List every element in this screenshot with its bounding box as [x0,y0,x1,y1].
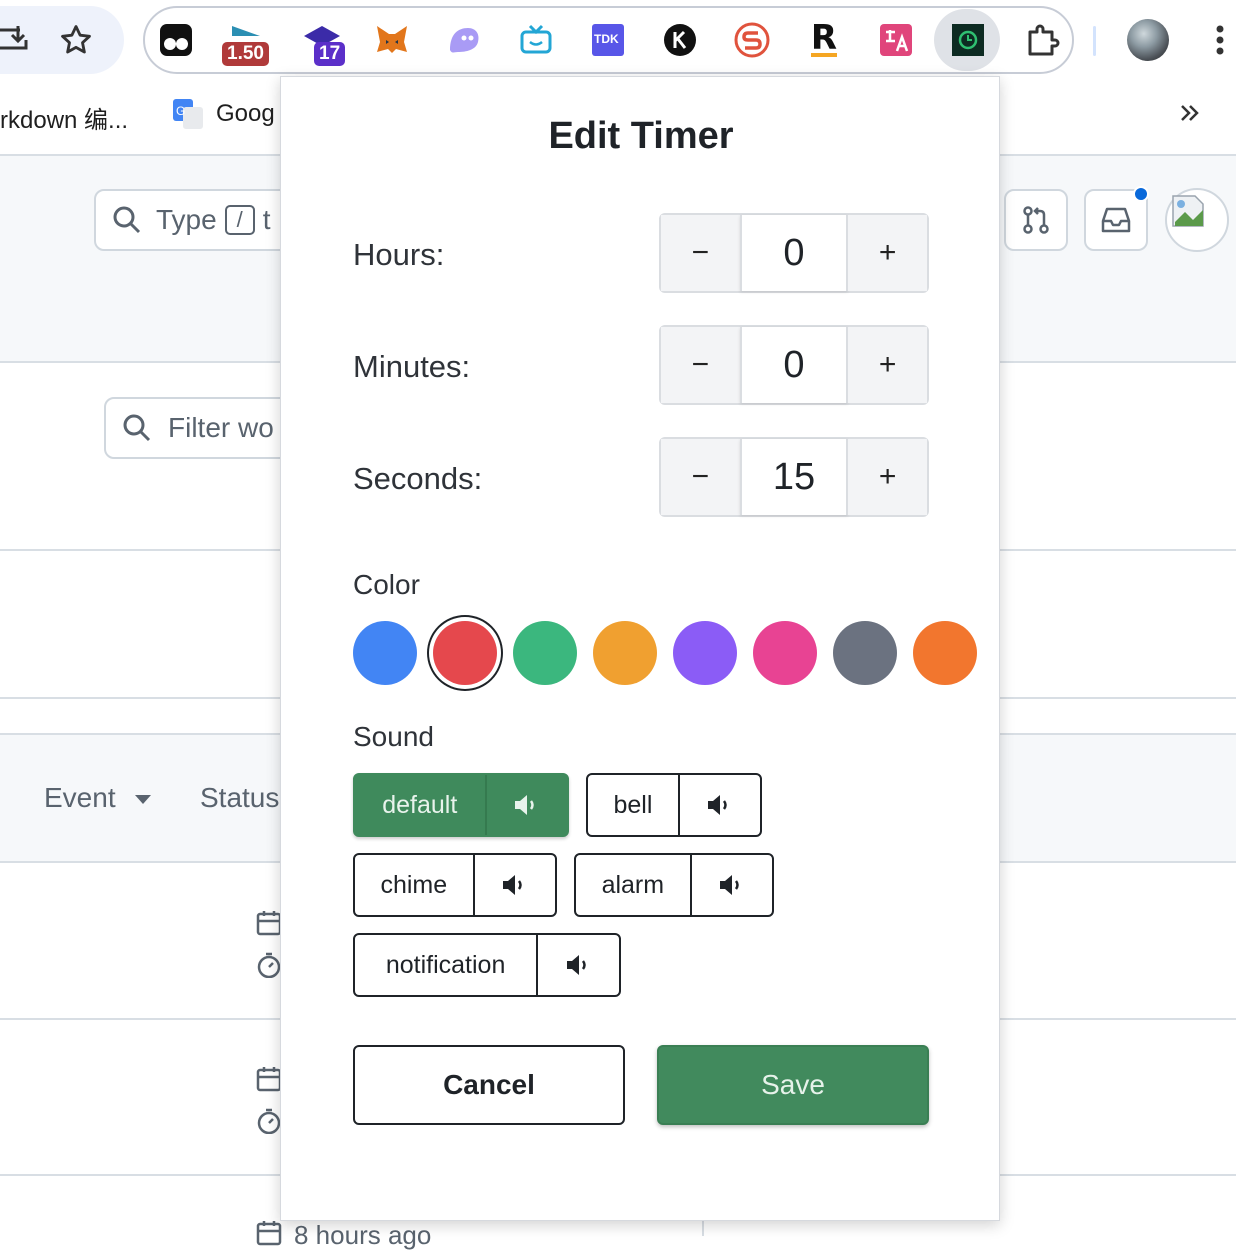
minutes-input[interactable]: 0 [739,327,849,403]
minutes-label: Minutes: [353,349,471,384]
sound-option-chime: chime [353,853,557,917]
install-app-icon[interactable] [0,18,36,62]
google-translate-icon: G [172,98,204,135]
color-swatch-pink[interactable] [753,621,817,685]
sound-option-default: default [353,773,569,837]
ghost-extension-icon[interactable] [440,16,488,64]
sound-label: Sound [353,721,434,752]
hours-label: Hours: [353,237,445,272]
sound-preview-bell[interactable] [680,775,760,835]
color-label: Color [353,569,420,600]
stopwatch-icon [257,1108,281,1134]
browser-menu-kebab-icon[interactable] [1198,18,1236,62]
hours-input[interactable]: 0 [739,215,849,291]
speaker-icon [502,875,522,895]
speaker-icon [566,955,586,975]
calendar-icon [256,911,282,936]
extension-speed-icon[interactable]: 1.50 [222,16,270,66]
tdk-label: TDK [594,32,619,46]
edit-timer-popup: Edit Timer Hours: − 0 + Minutes: − 0 + S… [280,76,1000,1221]
extension-eyes-icon[interactable] [152,16,200,64]
sound-preview-default[interactable] [487,775,567,835]
sound-option-alarm: alarm [574,853,774,917]
bookmarks-overflow-chevron-icon[interactable] [1178,100,1202,132]
seconds-stepper: − 15 + [659,437,929,517]
status-filter-dropdown[interactable]: Status [200,782,279,814]
notification-dot [1133,186,1149,202]
minutes-stepper: − 0 + [659,325,929,405]
color-swatch-gray[interactable] [833,621,897,685]
search-icon [113,206,141,234]
cancel-button[interactable]: Cancel [353,1045,625,1125]
browser-toolbar: 1.50 17 TDK R [0,0,1236,82]
k-extension-icon[interactable] [656,16,704,64]
color-swatch-orange[interactable] [913,621,977,685]
seconds-input[interactable]: 15 [739,439,849,515]
calendar-icon [256,1221,282,1246]
color-swatch-green[interactable] [513,621,577,685]
sound-select-alarm[interactable]: alarm [576,855,692,915]
r-extension-icon[interactable]: R [800,16,848,64]
sound-select-chime[interactable]: chime [355,855,475,915]
seconds-increment-button[interactable]: + [848,439,927,515]
calendar-icon [256,1067,282,1092]
save-button[interactable]: Save [657,1045,929,1125]
hours-stepper: − 0 + [659,213,929,293]
speaker-icon [719,875,739,895]
column-divider [702,1220,704,1236]
sound-select-default[interactable]: default [355,775,487,835]
tdk-extension-icon[interactable]: TDK [584,16,632,64]
timer-extension-icon[interactable] [944,16,992,64]
color-swatch-red[interactable] [433,621,497,685]
hours-increment-button[interactable]: + [848,215,927,291]
extensions-puzzle-icon[interactable] [1018,16,1066,64]
sound-preview-notification[interactable] [538,935,619,995]
bookmark-google[interactable]: Goog [216,100,275,128]
bookmark-markdown[interactable]: rkdown 编... [0,100,128,135]
broken-image-icon [1172,195,1204,227]
seconds-label: Seconds: [353,461,483,496]
count-badge: 17 [314,42,346,66]
popup-title: Edit Timer [548,115,734,157]
toolbar-separator [1093,26,1096,56]
hours-decrement-button[interactable]: − [661,215,740,291]
shield-s-extension-icon[interactable] [728,16,776,64]
sound-select-bell[interactable]: bell [588,775,680,835]
pull-requests-icon[interactable] [1004,189,1068,251]
filter-search-icon [123,414,151,442]
color-swatch-amber[interactable] [593,621,657,685]
speed-badge: 1.50 [222,42,269,66]
sound-preview-chime[interactable] [475,855,555,915]
minutes-decrement-button[interactable]: − [661,327,740,403]
color-swatch-purple[interactable] [673,621,737,685]
minutes-increment-button[interactable]: + [848,327,927,403]
translate-extension-icon[interactable] [872,16,920,64]
user-avatar[interactable] [1165,188,1229,252]
profile-avatar[interactable] [1127,19,1169,61]
bookmark-star-icon[interactable] [54,18,98,62]
tv-extension-icon[interactable] [512,16,560,64]
event-filter-dropdown[interactable]: Event [44,782,152,814]
stopwatch-icon [257,952,281,978]
extension-graduation-cap-icon[interactable]: 17 [298,16,346,66]
sound-preview-alarm[interactable] [692,855,772,915]
svg-text:G: G [176,104,185,118]
speaker-icon [514,795,534,815]
sound-option-bell: bell [586,773,762,837]
color-swatch-blue[interactable] [353,621,417,685]
chevron-down-icon [135,794,152,804]
sound-select-notification[interactable]: notification [355,935,539,995]
seconds-decrement-button[interactable]: − [661,439,740,515]
sound-option-notification: notification [353,933,621,997]
metamask-fox-icon[interactable] [368,16,416,64]
speaker-icon [707,795,727,815]
